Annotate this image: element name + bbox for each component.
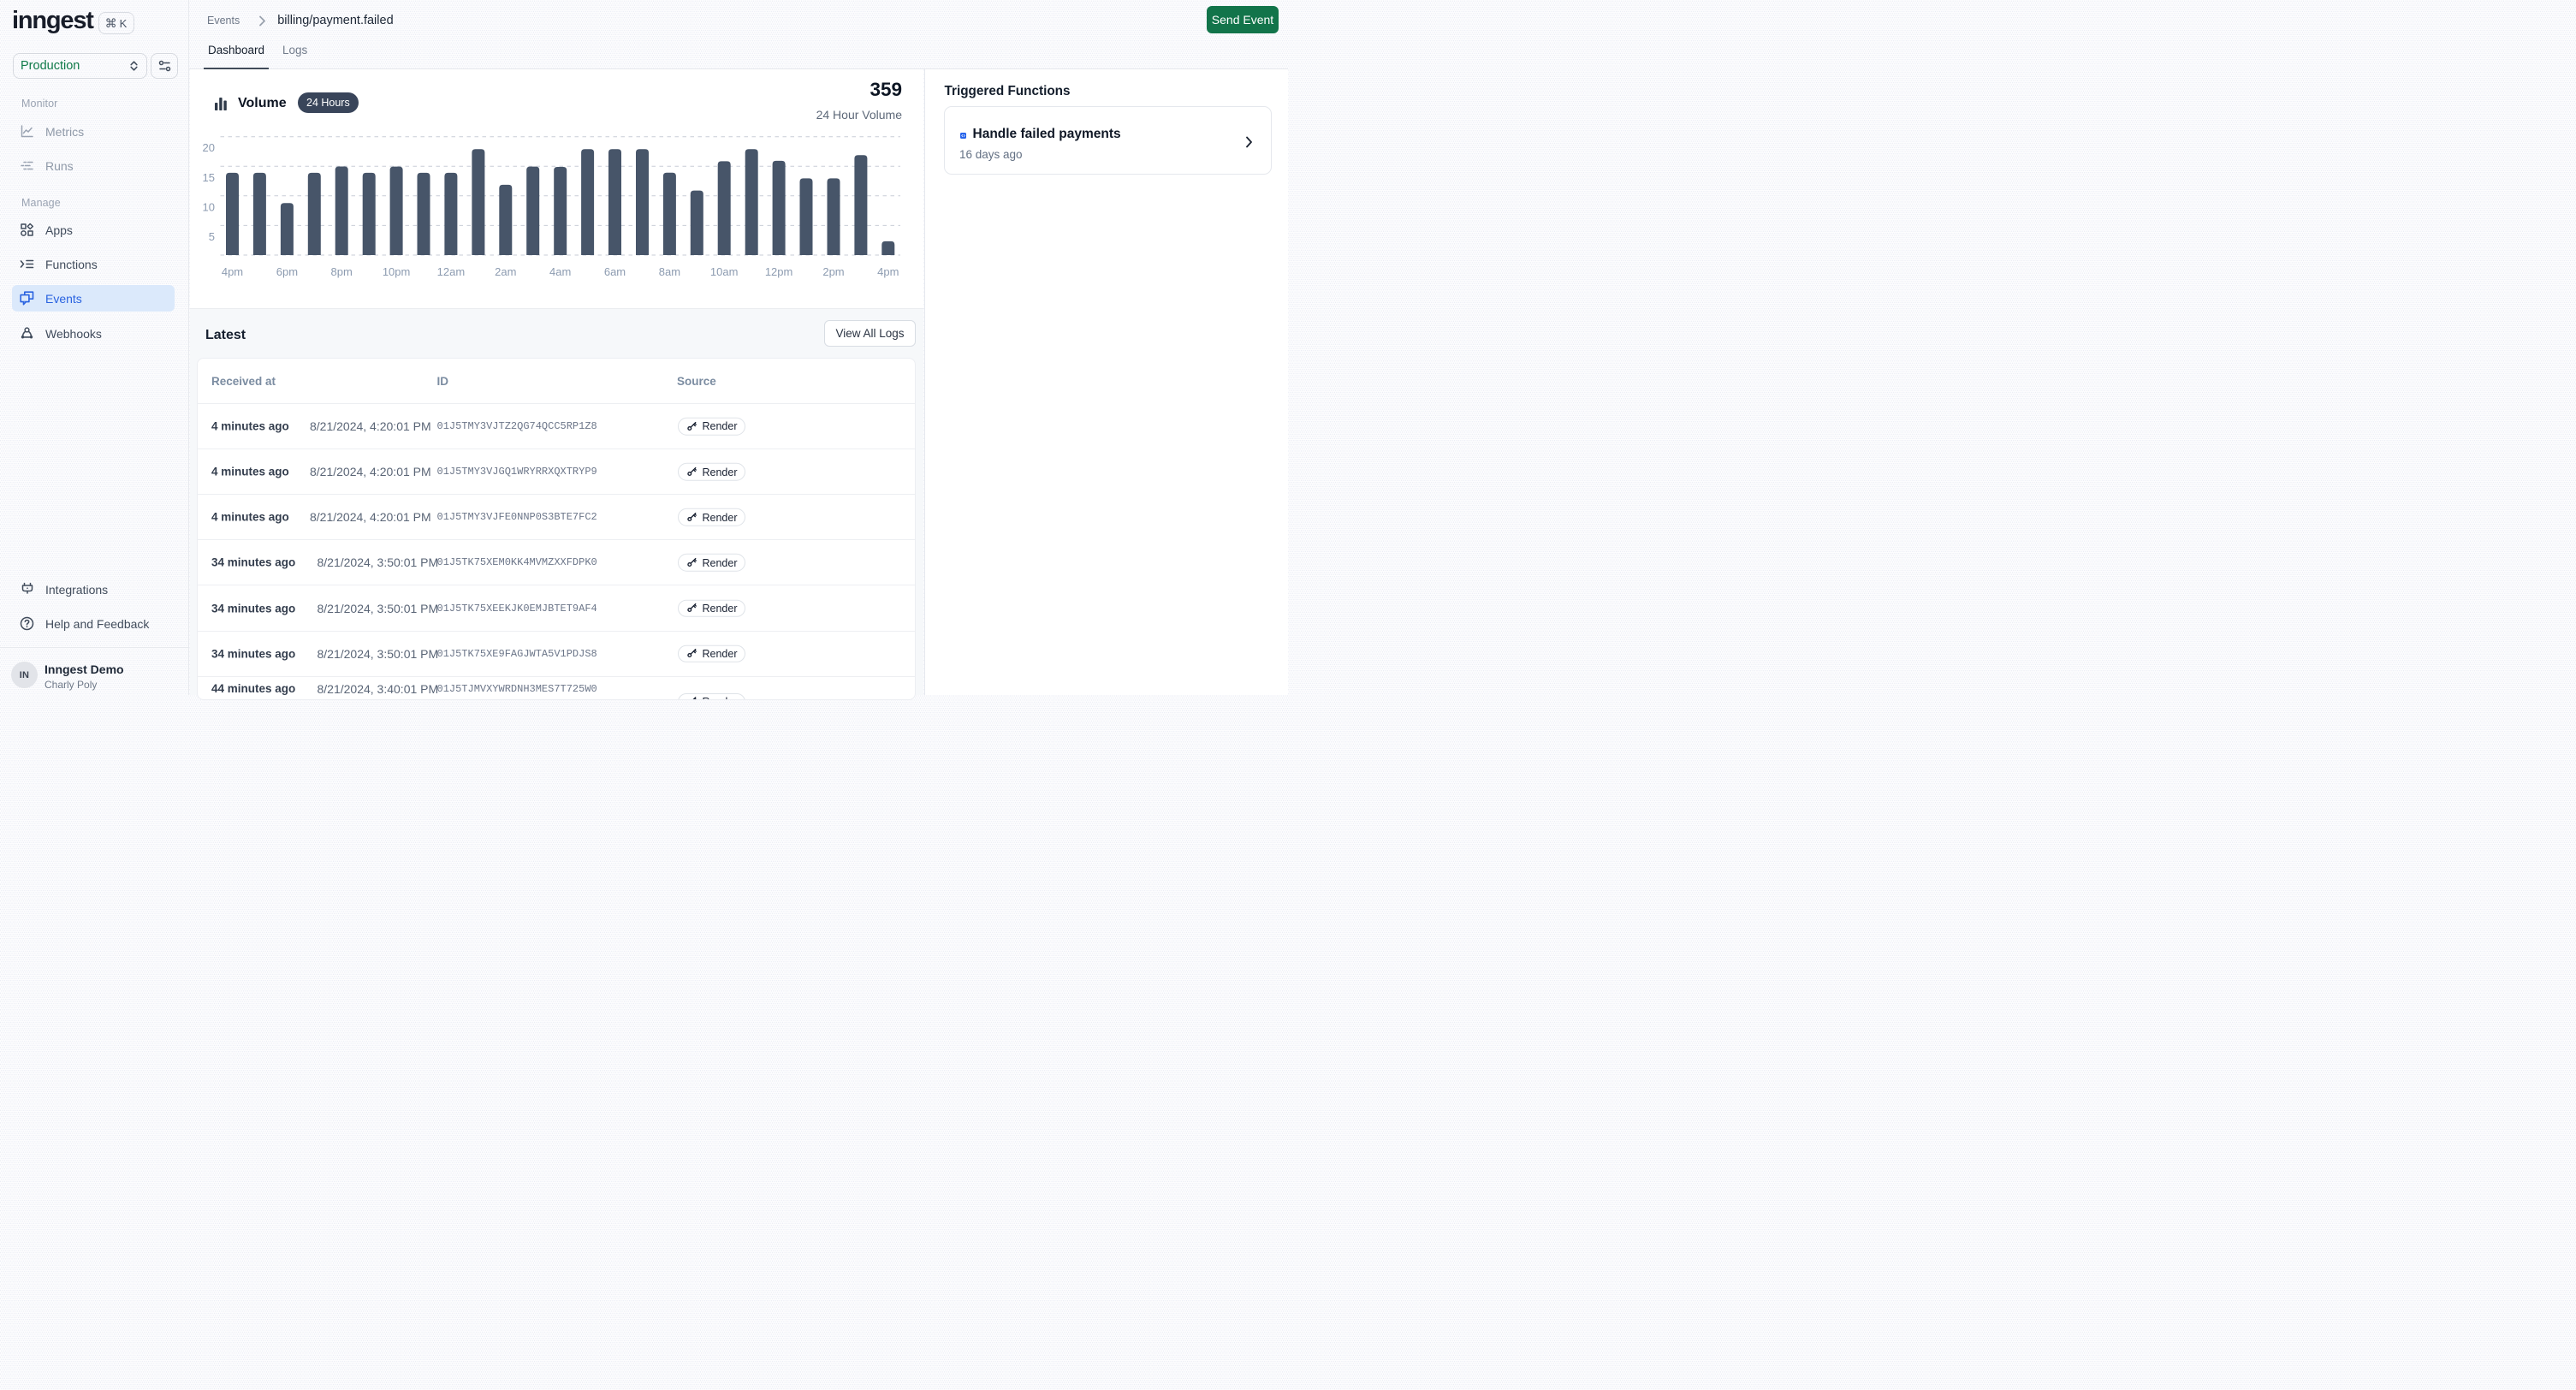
svg-text:15: 15 (203, 171, 215, 184)
svg-text:12pm: 12pm (765, 265, 793, 278)
svg-text:2pm: 2pm (822, 265, 844, 278)
svg-text:2am: 2am (495, 265, 516, 278)
svg-text:20: 20 (203, 141, 215, 154)
svg-text:6pm: 6pm (276, 265, 298, 278)
svg-text:10: 10 (203, 201, 215, 214)
svg-text:5: 5 (209, 230, 215, 243)
svg-text:4pm: 4pm (877, 265, 899, 278)
svg-text:12am: 12am (437, 265, 466, 278)
svg-text:6am: 6am (604, 265, 626, 278)
svg-text:4pm: 4pm (222, 265, 243, 278)
svg-text:4am: 4am (549, 265, 571, 278)
svg-text:8am: 8am (659, 265, 680, 278)
svg-text:10pm: 10pm (383, 265, 411, 278)
svg-text:10am: 10am (710, 265, 739, 278)
svg-text:8pm: 8pm (331, 265, 353, 278)
